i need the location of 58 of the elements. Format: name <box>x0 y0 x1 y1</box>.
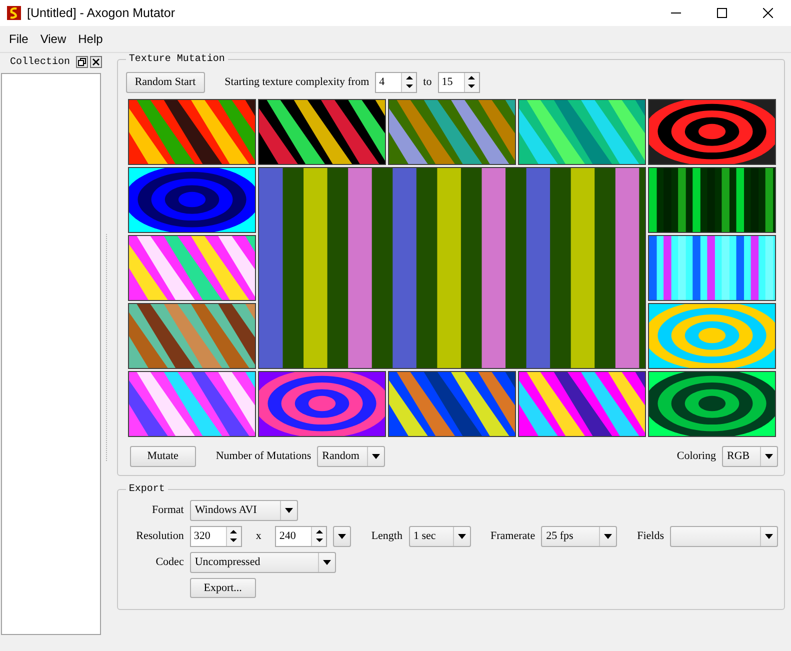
window-title: [Untitled] - Axogon Mutator <box>27 6 175 20</box>
mutations-dropdown[interactable]: Random <box>317 446 386 466</box>
dropdown-arrow-icon <box>765 454 773 458</box>
maximize-icon <box>717 8 727 18</box>
mutations-label: Number of Mutations <box>216 450 312 462</box>
width-spinbox[interactable]: 320 <box>190 526 242 546</box>
resolution-label: Resolution <box>135 530 184 542</box>
format-dropdown[interactable]: Windows AVI <box>190 500 298 520</box>
down-arrow-icon[interactable] <box>404 84 414 90</box>
codec-label: Codec <box>154 556 184 568</box>
down-arrow-icon[interactable] <box>467 84 476 90</box>
framerate-dropdown[interactable]: 25 fps <box>541 526 618 546</box>
up-arrow-icon[interactable] <box>314 528 324 534</box>
down-arrow-icon[interactable] <box>229 538 238 544</box>
to-label: to <box>423 76 432 88</box>
dropdown-arrow-icon <box>604 534 612 538</box>
complexity-label: Starting texture complexity from <box>224 76 370 88</box>
close-icon <box>763 8 773 18</box>
menu-item[interactable]: View <box>34 32 72 46</box>
format-label: Format <box>151 504 184 516</box>
coloring-label: Coloring <box>676 450 716 462</box>
panel-title: Collection <box>10 56 70 68</box>
fields-dropdown[interactable] <box>670 526 778 546</box>
times-label: x <box>256 530 262 542</box>
windows-icon <box>78 58 86 66</box>
up-arrow-icon[interactable] <box>467 74 476 80</box>
up-arrow-icon[interactable] <box>404 74 414 80</box>
menu-item[interactable]: Help <box>72 32 109 46</box>
random-start-button[interactable]: Random Start <box>126 72 205 92</box>
up-arrow-icon[interactable] <box>229 528 238 534</box>
float-button[interactable] <box>76 56 88 68</box>
export-button[interactable]: Export... <box>190 578 256 598</box>
from-spinbox[interactable]: 4 <box>375 72 418 92</box>
mutate-button[interactable]: Mutate <box>130 446 196 466</box>
coloring-dropdown[interactable]: RGB <box>722 446 778 466</box>
fields-label: Fields <box>637 530 664 542</box>
framerate-label: Framerate <box>490 530 536 542</box>
splitter-handle[interactable] <box>106 234 109 461</box>
dropdown-arrow-icon <box>338 534 346 538</box>
group-title: Texture Mutation <box>128 54 226 65</box>
height-spinbox[interactable]: 240 <box>275 526 328 546</box>
dropdown-arrow-icon <box>284 508 293 512</box>
group-title: Export <box>128 484 166 495</box>
close-button[interactable] <box>90 56 102 68</box>
codec-dropdown[interactable]: Uncompressed <box>190 552 336 572</box>
dropdown-arrow-icon <box>372 454 380 458</box>
dropdown-arrow-icon <box>458 534 466 538</box>
close-icon <box>92 58 100 66</box>
down-arrow-icon[interactable] <box>314 538 324 544</box>
dropdown-arrow-icon <box>765 534 773 538</box>
length-dropdown[interactable]: 1 sec <box>408 526 470 546</box>
dropdown-arrow-icon <box>322 560 331 564</box>
menu-item[interactable]: File <box>3 32 34 46</box>
resolution-preset-button[interactable] <box>333 526 352 546</box>
length-label: Length <box>371 530 402 542</box>
to-spinbox[interactable]: 15 <box>438 72 480 92</box>
collection-list[interactable] <box>1 73 101 635</box>
app-icon <box>7 6 21 20</box>
